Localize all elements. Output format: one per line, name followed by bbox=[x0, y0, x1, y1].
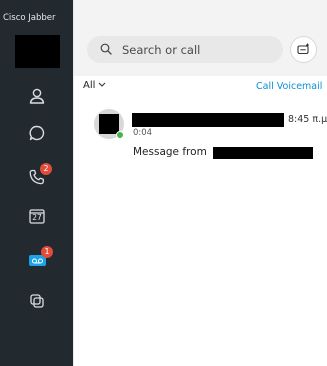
presence-indicator bbox=[116, 131, 124, 139]
sidebar-item-calls[interactable]: 2 bbox=[18, 163, 56, 191]
message-preview: Message from bbox=[133, 146, 207, 158]
calendar-icon: 27 bbox=[28, 207, 46, 225]
top-area: Search or call bbox=[74, 0, 327, 76]
overlap-squares-icon bbox=[28, 292, 46, 310]
filter-dropdown[interactable]: All bbox=[83, 80, 106, 91]
message-duration: 0:04 bbox=[133, 128, 153, 138]
sender-name-redacted bbox=[132, 113, 284, 127]
sidebar-item-meetings[interactable]: 27 bbox=[18, 202, 56, 230]
calendar-day: 27 bbox=[32, 213, 42, 222]
calls-badge: 2 bbox=[40, 163, 52, 175]
chat-bubble-icon bbox=[28, 124, 46, 142]
sidebar: Cisco Jabber 2 27 1 bbox=[0, 0, 73, 366]
sidebar-item-custom-tabs[interactable] bbox=[18, 287, 56, 315]
self-avatar[interactable] bbox=[15, 35, 60, 68]
message-from-redacted bbox=[213, 147, 313, 159]
compose-icon bbox=[297, 40, 310, 59]
app-title: Cisco Jabber bbox=[3, 13, 56, 23]
main-panel: Search or call All Call Voicemail 8:45 π… bbox=[73, 0, 327, 366]
list-item[interactable]: 8:45 π.μ. 0:04 Message from bbox=[74, 106, 327, 166]
filter-label: All bbox=[83, 80, 96, 91]
search-icon bbox=[100, 40, 112, 59]
call-voicemail-link[interactable]: Call Voicemail bbox=[256, 81, 322, 92]
voicemail-badge: 1 bbox=[41, 246, 53, 258]
search-placeholder: Search or call bbox=[122, 42, 201, 57]
person-icon bbox=[28, 87, 46, 105]
chevron-down-icon bbox=[95, 80, 106, 91]
avatar-redacted bbox=[99, 114, 119, 134]
search-input[interactable]: Search or call bbox=[87, 36, 283, 63]
sidebar-item-contacts[interactable] bbox=[18, 82, 56, 110]
sidebar-item-chats[interactable] bbox=[18, 119, 56, 147]
sidebar-item-voicemail[interactable]: 1 bbox=[18, 246, 56, 274]
message-time: 8:45 π.μ. bbox=[288, 114, 327, 125]
compose-button[interactable] bbox=[290, 36, 317, 63]
